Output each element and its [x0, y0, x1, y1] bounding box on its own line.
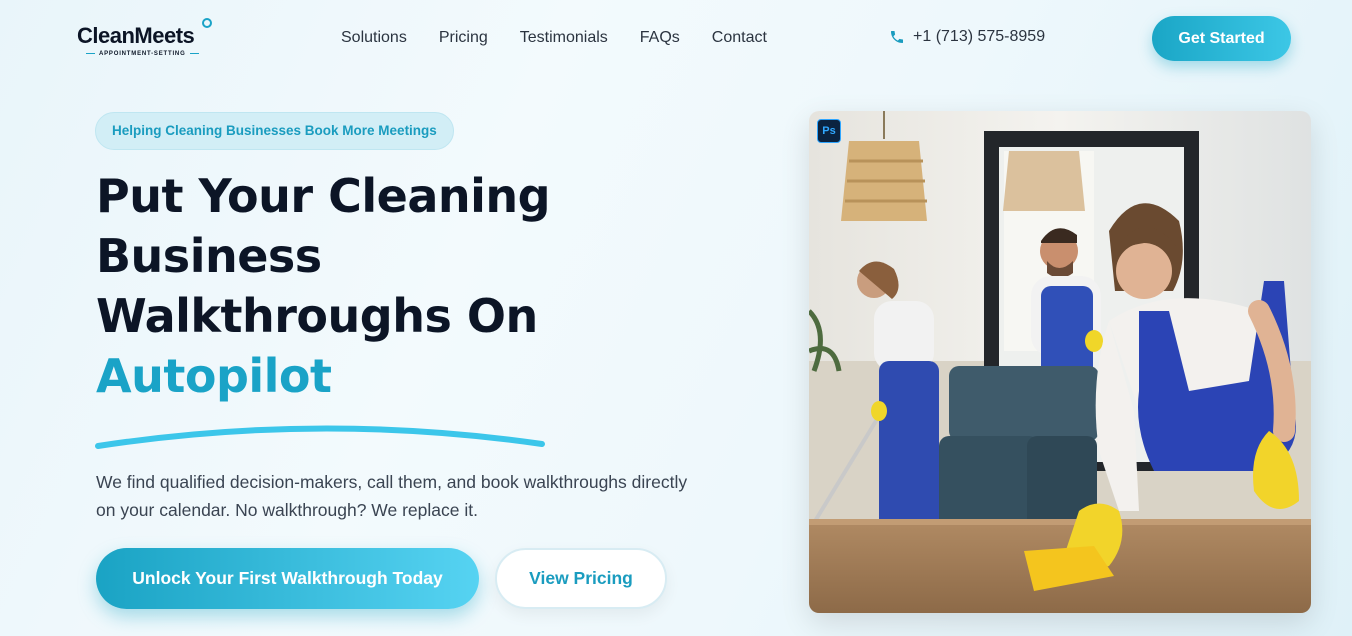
headline-line-1: Put Your Cleaning — [96, 169, 551, 223]
view-pricing-button[interactable]: View Pricing — [495, 548, 667, 609]
headline-line-3: Walkthroughs On — [96, 289, 538, 343]
brand-name: CleanMeets — [77, 23, 195, 48]
underline-swoosh — [95, 425, 545, 449]
phone-number: +1 (713) 575-8959 — [913, 28, 1046, 45]
unlock-walkthrough-button[interactable]: Unlock Your First Walkthrough Today — [96, 548, 479, 609]
nav-item-pricing[interactable]: Pricing — [439, 28, 488, 48]
brand-logo[interactable]: CleanMeets APPOINTMENT-SETTING — [77, 18, 217, 62]
nav-item-faqs[interactable]: FAQs — [640, 28, 680, 48]
hero-badge: Helping Cleaning Businesses Book More Me… — [95, 112, 454, 150]
headline-accent: Autopilot — [96, 349, 332, 403]
nav-item-solutions[interactable]: Solutions — [341, 28, 407, 48]
logo-dot-icon — [202, 18, 212, 28]
phone-link[interactable]: +1 (713) 575-8959 — [889, 28, 1045, 46]
hero-image — [809, 111, 1311, 613]
hero-headline: Put Your Cleaning Business Walkthroughs … — [96, 166, 656, 406]
cleaning-team-illustration — [809, 111, 1311, 613]
hero-subtext: We find qualified decision-makers, call … — [96, 472, 688, 520]
get-started-button[interactable]: Get Started — [1152, 16, 1291, 61]
phone-icon — [891, 31, 903, 43]
headline-line-2: Business — [96, 229, 322, 283]
nav-item-contact[interactable]: Contact — [712, 28, 767, 48]
nav-item-testimonials[interactable]: Testimonials — [520, 28, 608, 48]
photoshop-badge: Ps — [817, 119, 841, 143]
brand-tagline: APPOINTMENT-SETTING — [82, 51, 203, 57]
main-nav: Solutions Pricing Testimonials FAQs Cont… — [341, 28, 799, 48]
